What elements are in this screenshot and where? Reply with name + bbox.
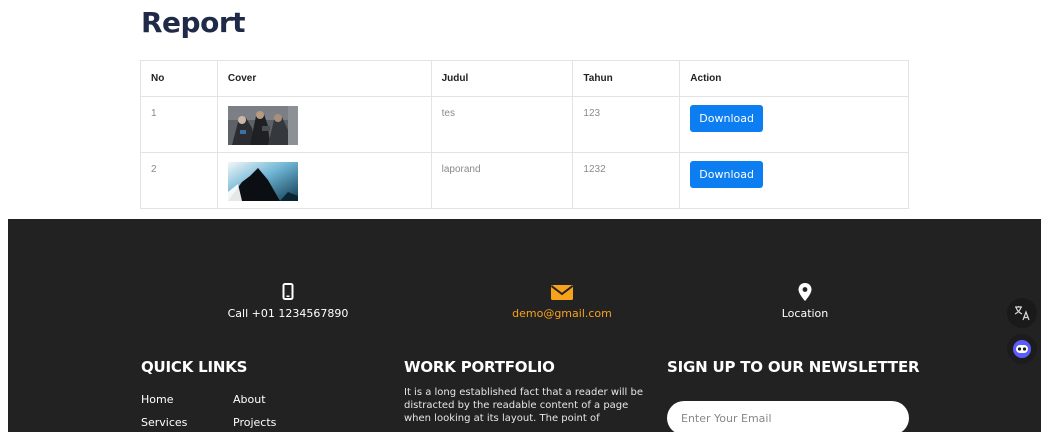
work-portfolio-heading: WORK PORTFOLIO	[404, 358, 555, 376]
cell-no: 2	[140, 152, 218, 209]
page-title: Report	[141, 6, 246, 39]
report-table: No Cover Judul Tahun Action 1 tes 123 Do…	[140, 60, 909, 209]
map-pin-icon	[798, 283, 812, 301]
assistant-icon	[1013, 340, 1031, 358]
assistant-button[interactable]	[1007, 334, 1037, 364]
link-projects[interactable]: Projects	[233, 416, 276, 429]
translate-button[interactable]	[1007, 298, 1037, 328]
envelope-icon	[551, 285, 573, 300]
quick-links-heading: QUICK LINKS	[141, 358, 248, 376]
cover-image	[227, 106, 298, 145]
newsletter-heading: SIGN UP TO OUR NEWSLETTER	[667, 358, 920, 376]
cell-cover	[216, 152, 432, 209]
cell-action: Download	[679, 96, 909, 153]
header-action: Action	[679, 60, 909, 97]
download-button[interactable]: Download	[690, 161, 763, 188]
header-cover: Cover	[216, 60, 432, 97]
link-about[interactable]: About	[233, 393, 266, 406]
newsletter-email-input[interactable]	[667, 401, 909, 432]
cell-tahun: 1232	[572, 152, 681, 209]
footer: Call +01 1234567890 demo@gmail.com Locat…	[8, 219, 1041, 432]
cell-tahun: 123	[572, 96, 681, 153]
table-row: 2 laporand 1232 Download	[140, 152, 909, 209]
work-portfolio-text: It is a long established fact that a rea…	[404, 387, 644, 424]
header-judul: Judul	[430, 60, 574, 97]
contact-location[interactable]: Location	[705, 283, 905, 320]
cell-judul: laporand	[430, 152, 574, 209]
cell-cover	[216, 96, 432, 153]
cell-no: 1	[140, 96, 218, 153]
translate-icon	[1014, 306, 1030, 321]
table-header-row: No Cover Judul Tahun Action	[140, 60, 909, 97]
table-row: 1 tes 123 Download	[140, 96, 909, 153]
link-home[interactable]: Home	[141, 393, 173, 406]
download-button[interactable]: Download	[690, 105, 763, 132]
phone-icon	[282, 283, 294, 300]
header-no: No	[140, 60, 218, 97]
cell-judul: tes	[430, 96, 574, 153]
link-services[interactable]: Services	[141, 416, 187, 429]
contact-phone[interactable]: Call +01 1234567890	[188, 283, 388, 320]
header-tahun: Tahun	[572, 60, 681, 97]
cell-action: Download	[679, 152, 909, 209]
location-text: Location	[781, 307, 829, 320]
contact-email[interactable]: demo@gmail.com	[462, 283, 662, 320]
phone-text: Call +01 1234567890	[227, 307, 349, 320]
email-text: demo@gmail.com	[512, 307, 612, 320]
cover-image	[227, 162, 298, 201]
